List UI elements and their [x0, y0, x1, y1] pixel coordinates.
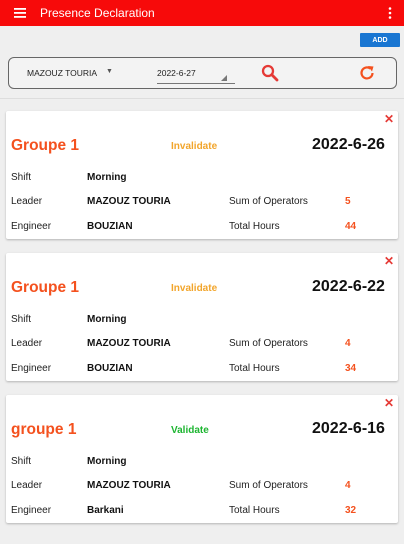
shift-value: Morning [87, 314, 127, 325]
divider [0, 98, 404, 99]
app-bar: Presence Declaration [0, 0, 404, 26]
close-icon[interactable]: ✕ [384, 397, 394, 409]
page-title: Presence Declaration [40, 6, 155, 20]
shift-label: Shift [11, 172, 32, 183]
engineer-label: Engineer [11, 363, 52, 374]
status-label: Validate [171, 425, 209, 436]
total-hours-value: 32 [345, 505, 357, 516]
date-field[interactable]: 2022-6-27 [157, 68, 196, 78]
engineer-value: BOUZIAN [87, 221, 133, 232]
leader-value: MAZOUZ TOURIA [87, 480, 171, 491]
more-vert-icon[interactable] [376, 0, 404, 26]
date-field-corner-icon [221, 75, 227, 81]
total-hours-value: 44 [345, 221, 357, 232]
shift-label: Shift [11, 456, 32, 467]
shift-value: Morning [87, 172, 127, 183]
leader-select[interactable]: MAZOUZ TOURIA [27, 68, 97, 78]
group-name: Groupe 1 [11, 279, 80, 296]
sum-operators-label: Sum of Operators [229, 480, 308, 491]
leader-label: Leader [11, 480, 43, 491]
sum-operators-value: 5 [345, 196, 351, 207]
total-hours-label: Total Hours [229, 505, 280, 516]
engineer-value: Barkani [87, 505, 124, 516]
declaration-date: 2022-6-16 [312, 420, 385, 437]
declaration-card[interactable]: ✕ groupe 1 Validate 2022-6-16 Shift Morn… [6, 395, 398, 523]
leader-label: Leader [11, 196, 43, 207]
declaration-card[interactable]: ✕ Groupe 1 Invalidate 2022-6-26 Shift Mo… [6, 111, 398, 239]
hamburger-menu-icon[interactable] [0, 0, 40, 26]
shift-value: Morning [87, 456, 127, 467]
declaration-date: 2022-6-22 [312, 278, 385, 295]
leader-value: MAZOUZ TOURIA [87, 338, 171, 349]
leader-value: MAZOUZ TOURIA [87, 196, 171, 207]
total-hours-value: 34 [345, 363, 357, 374]
close-icon[interactable]: ✕ [384, 113, 394, 125]
shift-label: Shift [11, 314, 32, 325]
close-icon[interactable]: ✕ [384, 255, 394, 267]
chevron-down-icon[interactable]: ▼ [106, 68, 113, 75]
engineer-value: BOUZIAN [87, 363, 133, 374]
leader-label: Leader [11, 338, 43, 349]
declaration-date: 2022-6-26 [312, 136, 385, 153]
search-icon[interactable] [261, 64, 279, 82]
declaration-card[interactable]: ✕ Groupe 1 Invalidate 2022-6-22 Shift Mo… [6, 253, 398, 381]
filter-bar: MAZOUZ TOURIA ▼ 2022-6-27 [8, 57, 397, 89]
sum-operators-label: Sum of Operators [229, 196, 308, 207]
total-hours-label: Total Hours [229, 363, 280, 374]
group-name: groupe 1 [11, 421, 77, 438]
refresh-icon[interactable] [358, 64, 376, 82]
sum-operators-value: 4 [345, 480, 351, 491]
engineer-label: Engineer [11, 505, 52, 516]
status-label: Invalidate [171, 283, 218, 294]
group-name: Groupe 1 [11, 137, 80, 154]
status-label: Invalidate [171, 141, 218, 152]
engineer-label: Engineer [11, 221, 52, 232]
sum-operators-value: 4 [345, 338, 351, 349]
add-button[interactable]: ADD [360, 33, 400, 47]
total-hours-label: Total Hours [229, 221, 280, 232]
date-field-underline [157, 83, 235, 84]
sum-operators-label: Sum of Operators [229, 338, 308, 349]
